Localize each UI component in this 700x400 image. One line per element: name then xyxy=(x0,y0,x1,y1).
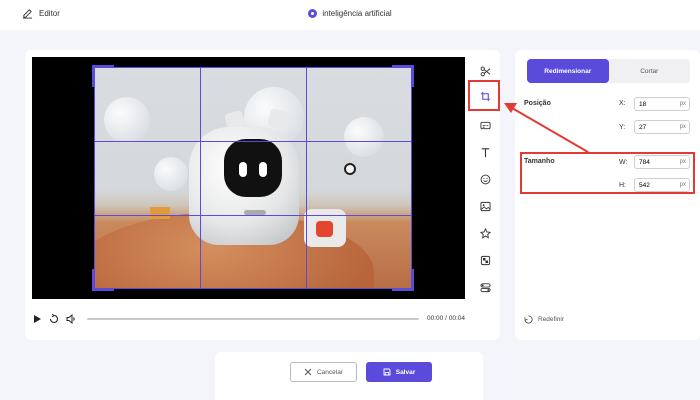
position-label: Posição xyxy=(524,100,551,107)
toggle-icon xyxy=(479,282,491,292)
project-name: inteligência artificial xyxy=(322,9,392,18)
bolt-icon xyxy=(316,221,333,237)
image-icon xyxy=(479,201,491,211)
x-input[interactable] xyxy=(635,98,675,110)
subtitles-icon xyxy=(479,121,491,129)
replay-icon[interactable] xyxy=(49,314,59,324)
tool-adjust[interactable] xyxy=(476,278,494,296)
current-time: 00:00 xyxy=(427,315,444,322)
text-icon xyxy=(481,147,489,157)
robot-mouth xyxy=(244,210,266,215)
reset-icon xyxy=(524,315,533,324)
x-label: X: xyxy=(619,100,626,107)
tool-image[interactable] xyxy=(476,197,494,215)
tool-text[interactable] xyxy=(476,143,494,161)
save-icon xyxy=(383,368,391,376)
reset-button[interactable]: Redefinir xyxy=(524,315,564,324)
x-field[interactable]: px xyxy=(634,97,690,111)
time-display: 00:00 / 00:04 xyxy=(427,315,465,322)
y-input[interactable] xyxy=(635,121,675,133)
tab-resize[interactable]: Redimensionar xyxy=(527,59,609,83)
top-bar: Editor inteligência artificial xyxy=(0,0,700,30)
scissors-icon xyxy=(480,66,490,76)
duration: 00:04 xyxy=(448,315,465,322)
background-sphere xyxy=(154,157,188,191)
panel-tabs: Redimensionar Cortar xyxy=(527,59,690,83)
background-sphere xyxy=(104,97,150,143)
tool-emoji[interactable] xyxy=(476,170,494,188)
progress-bar[interactable] xyxy=(87,318,419,320)
resize-panel: Redimensionar Cortar xyxy=(515,50,700,340)
playback-controls: 00:00 / 00:04 xyxy=(32,312,465,326)
save-label: Salvar xyxy=(395,368,416,376)
y-label: Y: xyxy=(619,124,626,131)
emoji-icon xyxy=(480,174,490,184)
tool-subtitles[interactable] xyxy=(476,116,494,134)
tool-sticker[interactable] xyxy=(476,224,494,242)
video-frame xyxy=(94,67,412,289)
video-preview xyxy=(32,57,465,299)
preview-panel: 00:00 / 00:04 xyxy=(25,50,500,340)
time-separator: / xyxy=(445,315,447,322)
project-status-icon xyxy=(308,9,318,18)
close-icon xyxy=(304,368,312,376)
cancel-label: Cancelar xyxy=(316,368,343,376)
tool-cut[interactable] xyxy=(476,62,494,80)
cancel-button[interactable]: Cancelar xyxy=(290,362,357,382)
star-icon xyxy=(479,227,491,239)
x-unit: px xyxy=(679,101,686,107)
crop-tool-highlight xyxy=(468,80,500,111)
robot-face xyxy=(224,139,282,197)
flag-sign xyxy=(150,207,170,219)
volume-icon[interactable] xyxy=(66,314,76,324)
mosaic-icon xyxy=(480,255,490,265)
save-button[interactable]: Salvar xyxy=(366,362,432,382)
size-highlight xyxy=(520,152,695,194)
robot-eye xyxy=(259,162,267,177)
project-title: inteligência artificial xyxy=(0,9,700,18)
robot-eye xyxy=(239,162,247,177)
tab-crop[interactable]: Cortar xyxy=(609,59,691,83)
mini-drone xyxy=(344,163,356,175)
tool-mosaic[interactable] xyxy=(476,251,494,269)
y-field[interactable]: px xyxy=(634,120,690,134)
y-unit: px xyxy=(679,124,686,130)
background-sphere xyxy=(344,117,384,157)
reset-label: Redefinir xyxy=(538,316,565,323)
play-icon[interactable] xyxy=(32,314,42,324)
